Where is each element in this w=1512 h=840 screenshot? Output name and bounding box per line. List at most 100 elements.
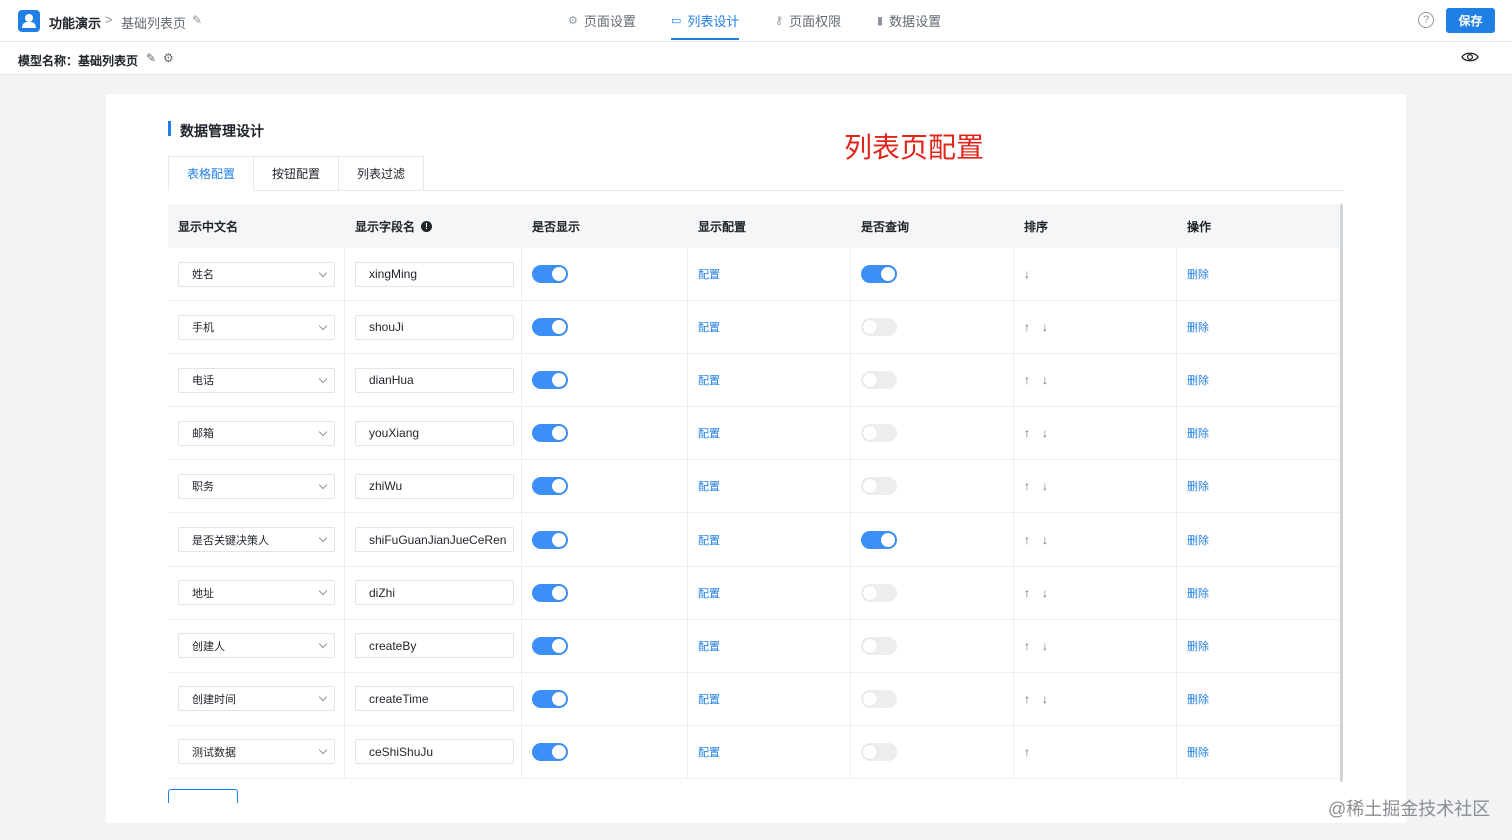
- visible-toggle[interactable]: [532, 265, 568, 284]
- preview-eye-icon[interactable]: [1461, 51, 1479, 63]
- config-link[interactable]: 配置: [698, 319, 720, 335]
- table-scrollbar[interactable]: [1340, 204, 1343, 782]
- delete-link[interactable]: 删除: [1187, 691, 1209, 707]
- edit-model-icon[interactable]: ✎: [146, 51, 156, 65]
- config-link[interactable]: 配置: [698, 585, 720, 601]
- display-name-select[interactable]: 创建人: [178, 633, 335, 659]
- visible-toggle[interactable]: [532, 371, 568, 390]
- config-link[interactable]: 配置: [698, 638, 720, 654]
- visible-toggle[interactable]: [532, 424, 568, 443]
- display-name-select[interactable]: 职务: [178, 473, 335, 499]
- arrow-down-icon[interactable]: ↓: [1042, 373, 1048, 387]
- arrow-up-icon[interactable]: ↑: [1024, 320, 1030, 334]
- arrow-down-icon[interactable]: ↓: [1042, 533, 1048, 547]
- arrow-down-icon[interactable]: ↓: [1042, 479, 1048, 493]
- config-link[interactable]: 配置: [698, 372, 720, 388]
- query-toggle[interactable]: [861, 530, 897, 549]
- arrow-up-icon[interactable]: ↑: [1024, 586, 1030, 600]
- delete-link[interactable]: 删除: [1187, 744, 1209, 760]
- delete-link[interactable]: 删除: [1187, 425, 1209, 441]
- delete-link[interactable]: 删除: [1187, 638, 1209, 654]
- config-link[interactable]: 配置: [698, 744, 720, 760]
- field-name-input[interactable]: createTime: [355, 686, 514, 712]
- arrow-down-icon[interactable]: ↓: [1042, 586, 1048, 600]
- info-icon[interactable]: !: [421, 220, 433, 232]
- display-name-select[interactable]: 创建时间: [178, 686, 335, 712]
- edit-page-name-icon[interactable]: ✎: [192, 13, 202, 27]
- display-name-select[interactable]: 地址: [178, 580, 335, 606]
- delete-link[interactable]: 删除: [1187, 478, 1209, 494]
- tab-button-config[interactable]: 按钮配置: [253, 156, 340, 191]
- arrow-up-icon[interactable]: ↑: [1024, 479, 1030, 493]
- delete-link[interactable]: 删除: [1187, 372, 1209, 388]
- model-settings-gear-icon[interactable]: ⚙: [163, 51, 174, 65]
- display-name-select[interactable]: 邮箱: [178, 420, 335, 446]
- query-toggle[interactable]: [861, 424, 897, 443]
- visible-toggle[interactable]: [532, 477, 568, 496]
- arrow-up-icon[interactable]: ↑: [1024, 745, 1030, 759]
- arrow-up-icon[interactable]: ↑: [1024, 373, 1030, 387]
- arrow-up-icon[interactable]: ↑: [1024, 533, 1030, 547]
- delete-link[interactable]: 删除: [1187, 532, 1209, 548]
- visible-toggle[interactable]: [532, 689, 568, 708]
- arrow-down-icon[interactable]: ↓: [1024, 267, 1030, 281]
- display-name-select[interactable]: 电话: [178, 367, 335, 393]
- arrow-up-icon[interactable]: ↑: [1024, 692, 1030, 706]
- arrow-up-icon[interactable]: ↑: [1024, 639, 1030, 653]
- visible-toggle[interactable]: [532, 742, 568, 761]
- visible-toggle[interactable]: [532, 318, 568, 337]
- cell-display-name: 创建时间: [168, 672, 345, 725]
- delete-link[interactable]: 删除: [1187, 319, 1209, 335]
- field-name-input[interactable]: youXiang: [355, 420, 514, 446]
- query-toggle[interactable]: [861, 318, 897, 337]
- field-name-input[interactable]: shiFuGuanJianJueCeRen: [355, 527, 514, 553]
- query-toggle[interactable]: [861, 689, 897, 708]
- tab-list-design[interactable]: ▭ 列表设计: [671, 0, 740, 41]
- tab-data-settings[interactable]: ▮ 数据设置: [877, 0, 941, 41]
- config-link[interactable]: 配置: [698, 532, 720, 548]
- field-name-input[interactable]: shouJi: [355, 314, 514, 340]
- delete-link[interactable]: 删除: [1187, 585, 1209, 601]
- query-toggle[interactable]: [861, 477, 897, 496]
- field-name-input[interactable]: zhiWu: [355, 473, 514, 499]
- display-name-select[interactable]: 测试数据: [178, 739, 335, 765]
- cell-visible: [522, 354, 688, 407]
- query-toggle[interactable]: [861, 371, 897, 390]
- visible-toggle[interactable]: [532, 583, 568, 602]
- arrow-down-icon[interactable]: ↓: [1042, 320, 1048, 334]
- config-link[interactable]: 配置: [698, 691, 720, 707]
- field-name-input[interactable]: xingMing: [355, 261, 514, 287]
- tab-table-config[interactable]: 表格配置: [168, 156, 255, 191]
- query-toggle[interactable]: [861, 265, 897, 284]
- query-toggle[interactable]: [861, 636, 897, 655]
- query-toggle[interactable]: [861, 583, 897, 602]
- visible-toggle[interactable]: [532, 530, 568, 549]
- config-link[interactable]: 配置: [698, 478, 720, 494]
- table-row: 电话 dianHua 配置 ↑ ↓ 删除: [168, 354, 1340, 408]
- add-field-button[interactable]: [168, 789, 238, 803]
- field-name-input[interactable]: ceShiShuJu: [355, 739, 514, 765]
- display-name-select[interactable]: 手机: [178, 314, 335, 340]
- arrow-down-icon[interactable]: ↓: [1042, 426, 1048, 440]
- field-name-input[interactable]: createBy: [355, 633, 514, 659]
- tab-list-filter[interactable]: 列表过滤: [338, 156, 425, 191]
- app-logo-icon[interactable]: [18, 10, 40, 32]
- breadcrumb-app[interactable]: 功能演示: [49, 13, 101, 32]
- delete-link[interactable]: 删除: [1187, 266, 1209, 282]
- cell-display-config: 配置: [688, 619, 851, 672]
- help-icon[interactable]: ?: [1418, 12, 1434, 28]
- arrow-down-icon[interactable]: ↓: [1042, 692, 1048, 706]
- tab-page-settings[interactable]: ⚙ 页面设置: [568, 0, 636, 41]
- save-button[interactable]: 保存: [1446, 8, 1495, 33]
- query-toggle[interactable]: [861, 742, 897, 761]
- arrow-up-icon[interactable]: ↑: [1024, 426, 1030, 440]
- arrow-down-icon[interactable]: ↓: [1042, 639, 1048, 653]
- tab-page-permissions[interactable]: ⚷ 页面权限: [775, 0, 841, 41]
- config-link[interactable]: 配置: [698, 266, 720, 282]
- field-name-input[interactable]: diZhi: [355, 580, 514, 606]
- config-link[interactable]: 配置: [698, 425, 720, 441]
- field-name-input[interactable]: dianHua: [355, 367, 514, 393]
- display-name-select[interactable]: 是否关键决策人: [178, 527, 335, 553]
- display-name-select[interactable]: 姓名: [178, 261, 335, 287]
- visible-toggle[interactable]: [532, 636, 568, 655]
